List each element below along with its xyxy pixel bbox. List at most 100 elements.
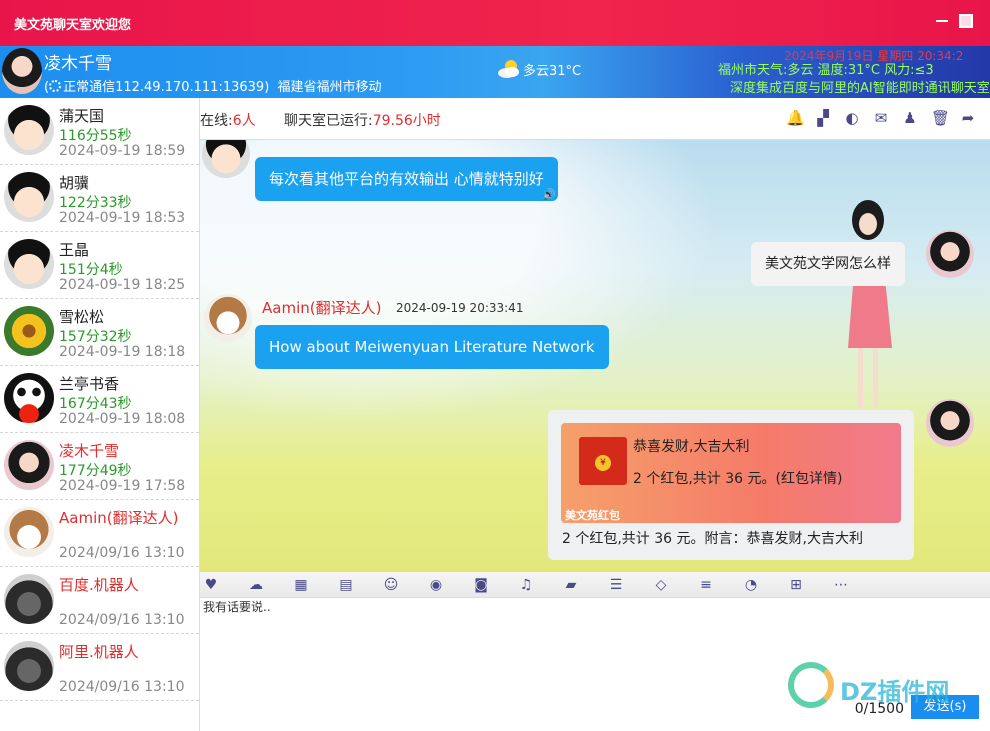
- red-envelope-icon: ¥: [579, 437, 627, 485]
- runtime-value: 79.56小时: [372, 113, 441, 129]
- online-duration: 122分33秒: [59, 195, 132, 211]
- city-weather-text: 福州市天气:多云 温度:31°C 风力:≤3: [718, 63, 934, 78]
- user-name: Aamin(翻译达人): [59, 509, 179, 527]
- red-packet-message: ¥ 恭喜发财,大吉大利 2 个红包,共计 36 元。(红包详情) 美文苑红包 2…: [548, 410, 914, 560]
- toggle-icon[interactable]: ◐: [844, 110, 860, 126]
- avatar: [4, 373, 54, 423]
- avatar: [4, 306, 54, 356]
- sender-name[interactable]: Aamin(翻译达人): [262, 297, 381, 318]
- login-time: 2024-09-19 18:53: [59, 210, 186, 226]
- message-time: 2024-09-19 20:33:41: [396, 301, 524, 315]
- avatar: [4, 574, 54, 624]
- heart-icon[interactable]: ♥: [202, 577, 220, 593]
- user-name: 兰亭书香: [59, 375, 120, 393]
- user-circle-icon[interactable]: ◉: [427, 577, 445, 593]
- avatar: [4, 172, 54, 222]
- user-name: 凌木千雪: [59, 442, 120, 460]
- login-time: 2024-09-19 18:25: [59, 277, 186, 293]
- runtime-label: 聊天室已运行:: [284, 113, 373, 129]
- input-placeholder: 我有话要说..: [203, 600, 271, 614]
- avatar[interactable]: [926, 230, 974, 278]
- runtime: 聊天室已运行:79.56小时: [284, 110, 441, 130]
- login-time: 2024-09-19 18:18: [59, 344, 186, 360]
- header-band: 凌木千雪 (正常通信112.49.170.111:13639) 福建省福州市移动…: [0, 46, 990, 98]
- marquee-text: 深度集成百度与阿里的AI智能即时通讯聊天室: [730, 81, 990, 96]
- red-packet-brand: 美文苑红包: [565, 509, 620, 522]
- weather-text: 多云31°C: [523, 64, 582, 79]
- camera-icon[interactable]: ◙: [472, 577, 490, 593]
- login-time: 2024/09/16 13:10: [59, 545, 185, 561]
- list-item[interactable]: 雪松松 157分32秒 2024-09-19 18:18: [0, 299, 199, 366]
- checker-icon[interactable]: ▞: [815, 110, 831, 126]
- login-time: 2024/09/16 13:10: [59, 612, 185, 628]
- online-duration: 151分4秒: [59, 262, 123, 278]
- music-icon[interactable]: ♫: [517, 577, 535, 593]
- database-icon[interactable]: ≡: [697, 577, 715, 593]
- list-item[interactable]: 蒲天国 116分55秒 2024-09-19 18:59: [0, 98, 199, 165]
- red-packet-card[interactable]: ¥ 恭喜发财,大吉大利 2 个红包,共计 36 元。(红包详情) 美文苑红包: [561, 423, 901, 523]
- speaker-icon[interactable]: 🔊: [542, 188, 556, 201]
- rss-icon[interactable]: ◔: [742, 577, 760, 593]
- list-item[interactable]: 阿里.机器人 2024/09/16 13:10: [0, 634, 199, 701]
- avatar[interactable]: [204, 294, 252, 342]
- red-packet-wish: 恭喜发财,大吉大利: [633, 439, 750, 455]
- maximize-icon[interactable]: [959, 14, 973, 28]
- watermark-text: DZ插件网: [840, 678, 950, 706]
- current-user-name: 凌木千雪: [44, 54, 112, 74]
- message-bubble: How about Meiwenyuan Literature Network: [255, 325, 609, 369]
- login-time: 2024-09-19 18:08: [59, 411, 186, 427]
- id-card-icon[interactable]: ▤: [337, 577, 355, 593]
- input-toolbar: ♥ ☁ ▦ ▤ ☺ ◉ ◙ ♫ ▰ ☰ ◇ ≡ ◔ ⊞ ⋯: [200, 572, 990, 598]
- cloud-sun-icon: [498, 60, 519, 78]
- connection-status: (正常通信112.49.170.111:13639) 福建省福州市移动: [44, 80, 382, 95]
- smile-icon[interactable]: ☺: [382, 577, 400, 593]
- online-duration: 116分55秒: [59, 128, 132, 144]
- list-item[interactable]: 兰亭书香 167分43秒 2024-09-19 18:08: [0, 366, 199, 433]
- chat-status-bar: 在线:6人 聊天室已运行:79.56小时 🔔 ▞ ◐ ✉ ♟ 🗑 ➦: [200, 98, 990, 140]
- avatar[interactable]: [926, 399, 974, 447]
- avatar[interactable]: [2, 48, 42, 94]
- user-name: 雪松松: [59, 308, 105, 326]
- red-packet-info[interactable]: 2 个红包,共计 36 元。(红包详情): [633, 468, 842, 488]
- map-icon[interactable]: ▦: [292, 577, 310, 593]
- list-item[interactable]: 百度.机器人 2024/09/16 13:10: [0, 567, 199, 634]
- mail-icon[interactable]: ✉: [873, 110, 889, 126]
- message-bubble: 美文苑文学网怎么样: [751, 242, 905, 286]
- folder-icon[interactable]: ▰: [562, 577, 580, 593]
- avatar: [4, 105, 54, 155]
- user-name: 百度.机器人: [59, 576, 139, 594]
- bell-icon[interactable]: 🔔: [786, 110, 805, 126]
- server-icon[interactable]: ☰: [607, 577, 625, 593]
- message-bubble: 每次看其他平台的有效输出 心情就特别好: [255, 157, 558, 201]
- qq-icon[interactable]: ♟: [902, 110, 918, 126]
- connection-text: 正常通信112.49.170.111:13639): [63, 80, 270, 95]
- avatar: [4, 507, 54, 557]
- online-duration: 157分32秒: [59, 329, 132, 345]
- online-label: 在线:: [200, 113, 233, 129]
- spinner-icon: [49, 80, 62, 92]
- login-time: 2024-09-19 17:58: [59, 478, 186, 494]
- list-item[interactable]: Aamin(翻译达人) 2024/09/16 13:10: [0, 500, 199, 567]
- list-item[interactable]: 凌木千雪 177分49秒 2024-09-19 17:58: [0, 433, 199, 500]
- login-time: 2024-09-19 18:59: [59, 143, 186, 159]
- share-icon[interactable]: ➦: [960, 110, 976, 126]
- top-tools: 🔔 ▞ ◐ ✉ ♟ 🗑 ➦: [786, 110, 976, 126]
- window-title: 美文苑聊天室欢迎您: [14, 18, 132, 33]
- user-list: 蒲天国 116分55秒 2024-09-19 18:59 胡骥 122分33秒 …: [0, 98, 200, 731]
- login-time: 2024/09/16 13:10: [59, 679, 185, 695]
- background-girl-illustration: [848, 200, 892, 408]
- windows-icon[interactable]: ⊞: [787, 577, 805, 593]
- minimize-icon[interactable]: [936, 20, 948, 22]
- user-name: 王晶: [59, 241, 90, 259]
- watermark: DZ插件网: [788, 650, 988, 720]
- trash-icon[interactable]: 🗑: [931, 110, 950, 126]
- more-icon[interactable]: ⋯: [832, 577, 850, 593]
- cloud-icon[interactable]: ☁: [247, 577, 265, 593]
- online-count: 在线:6人: [200, 110, 256, 130]
- avatar[interactable]: [202, 140, 250, 178]
- diamond-icon[interactable]: ◇: [652, 577, 670, 593]
- title-bar: 美文苑聊天室欢迎您: [0, 0, 990, 46]
- list-item[interactable]: 王晶 151分4秒 2024-09-19 18:25: [0, 232, 199, 299]
- avatar: [4, 440, 54, 490]
- list-item[interactable]: 胡骥 122分33秒 2024-09-19 18:53: [0, 165, 199, 232]
